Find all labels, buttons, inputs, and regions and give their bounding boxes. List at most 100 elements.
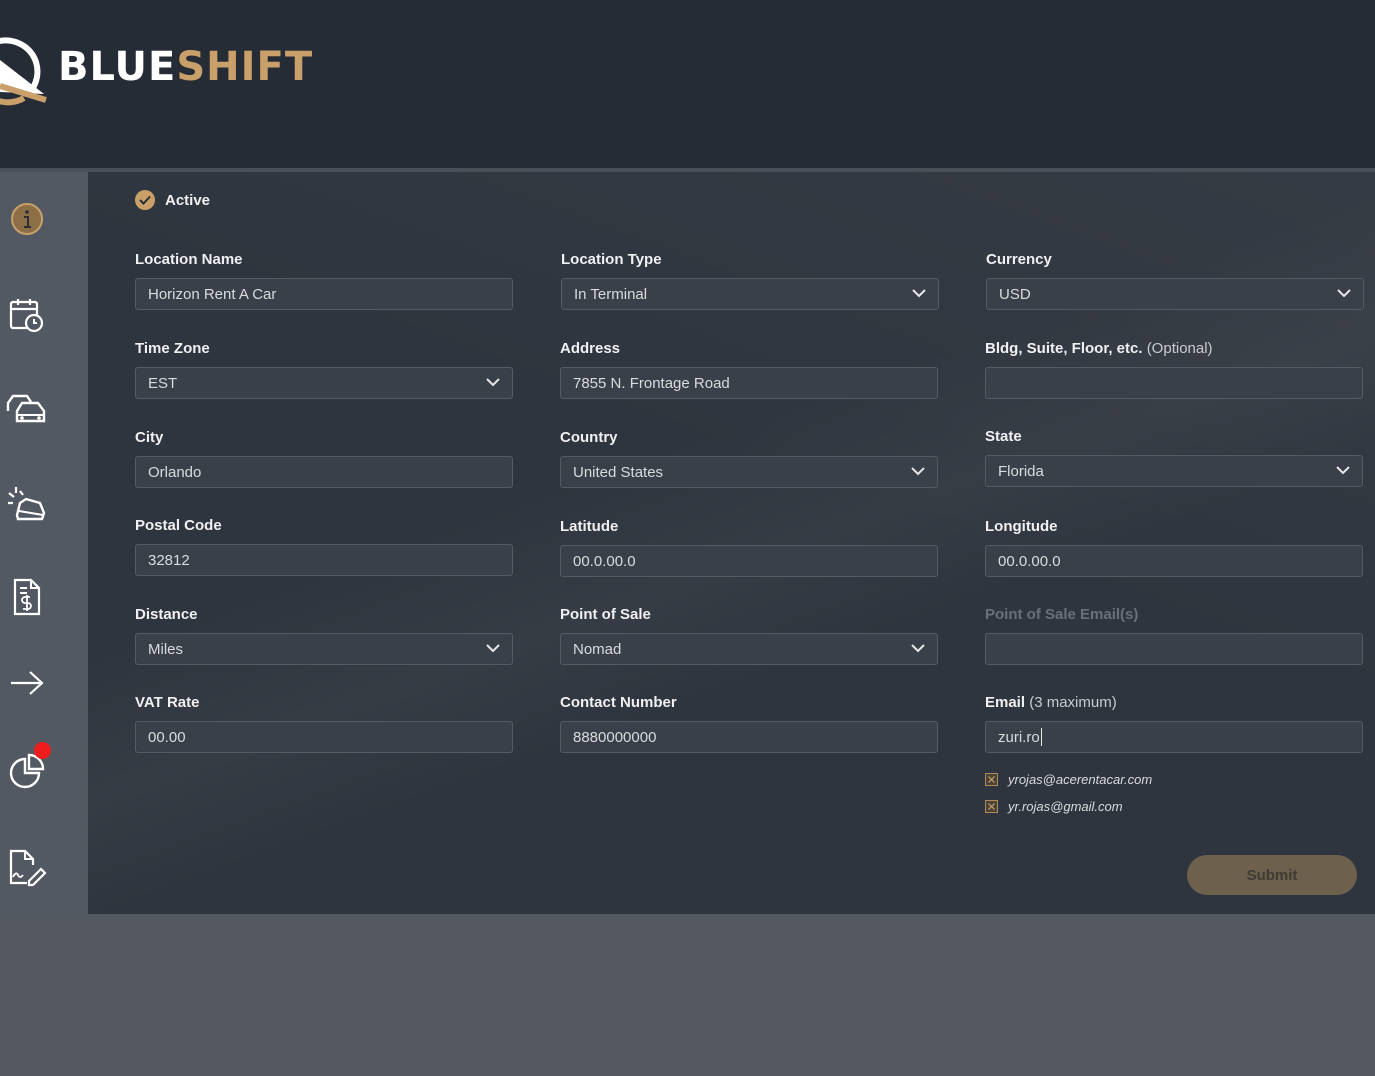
sidebar-item-contracts[interactable] — [4, 844, 50, 890]
distance-label: Distance — [135, 606, 198, 623]
location-name-field: Location Name Horizon Rent A Car — [135, 250, 513, 310]
currency-select[interactable]: USD — [986, 278, 1364, 310]
calendar-clock-icon — [9, 299, 44, 333]
state-label: State — [985, 428, 1022, 445]
chevron-down-icon — [911, 467, 925, 476]
country-label: Country — [560, 429, 618, 446]
point-of-sale-field: Point of Sale Nomad — [560, 605, 938, 665]
sidebar-item-billing[interactable] — [4, 574, 50, 620]
chevron-down-icon — [1337, 289, 1351, 298]
latitude-label: Latitude — [560, 518, 619, 535]
point-of-sale-value: Nomad — [573, 640, 622, 658]
location-form-panel: Active Location Name Horizon Rent A Car … — [88, 172, 1375, 914]
sidebar-item-fleet[interactable] — [4, 386, 50, 432]
sidebar-item-reports[interactable] — [4, 742, 51, 794]
location-name-value: Horizon Rent A Car — [148, 285, 277, 303]
location-name-label: Location Name — [135, 251, 243, 268]
document-signature-icon — [9, 849, 47, 887]
bldg-label: Bldg, Suite, Floor, etc. (Optional) — [985, 339, 1363, 359]
latitude-input[interactable]: 00.0.00.0 — [560, 545, 938, 577]
cars-icon — [6, 394, 46, 423]
active-label: Active — [165, 191, 211, 209]
postal-code-field: Postal Code 32812 — [135, 516, 513, 576]
sidebar-item-transfer[interactable] — [4, 660, 50, 706]
address-field: Address 7855 N. Frontage Road — [560, 339, 938, 399]
chevron-down-icon — [911, 644, 925, 653]
postal-code-input[interactable]: 32812 — [135, 544, 513, 576]
country-value: United States — [573, 463, 664, 481]
vat-rate-input[interactable]: 00.00 — [135, 721, 513, 753]
location-type-value: In Terminal — [574, 285, 648, 303]
point-of-sale-select[interactable]: Nomad — [560, 633, 938, 665]
bldg-label-optional: (Optional) — [1146, 340, 1213, 357]
bldg-input[interactable] — [985, 367, 1363, 399]
text-caret — [1040, 728, 1042, 746]
remove-email-button[interactable] — [985, 773, 998, 786]
email-address: yrojas@acerentacar.com — [1008, 772, 1153, 787]
pos-emails-input[interactable] — [985, 633, 1363, 665]
latitude-field: Latitude 00.0.00.0 — [560, 517, 938, 577]
email-field: Email (3 maximum) zuri.ro — [985, 693, 1363, 753]
email-label-text: Email — [985, 694, 1026, 711]
bldg-field: Bldg, Suite, Floor, etc. (Optional) — [985, 339, 1363, 399]
currency-field: Currency USD — [986, 250, 1364, 310]
sidebar-item-reservations[interactable] — [4, 292, 50, 338]
sidebar-item-cleaning[interactable] — [4, 482, 50, 528]
close-icon — [988, 776, 995, 783]
address-label: Address — [560, 340, 621, 357]
distance-select[interactable]: Miles — [135, 633, 513, 665]
app-header: BLUESHIFT — [0, 0, 1375, 168]
state-select[interactable]: Florida — [985, 455, 1363, 487]
longitude-field: Longitude 00.0.00.0 — [985, 517, 1363, 577]
sidebar-item-info[interactable] — [4, 196, 50, 242]
postal-code-value: 32812 — [148, 551, 190, 569]
city-value: Orlando — [148, 463, 202, 481]
location-type-label: Location Type — [561, 251, 662, 268]
list-item: yrojas@acerentacar.com — [985, 766, 1152, 793]
time-zone-label: Time Zone — [135, 340, 210, 357]
chevron-down-icon — [486, 644, 500, 653]
location-name-input[interactable]: Horizon Rent A Car — [135, 278, 513, 310]
list-item: yr.rojas@gmail.com — [985, 793, 1152, 820]
email-value: zuri.ro — [998, 728, 1040, 746]
longitude-input[interactable]: 00.0.00.0 — [985, 545, 1363, 577]
address-input[interactable]: 7855 N. Frontage Road — [560, 367, 938, 399]
active-toggle[interactable]: Active — [135, 190, 210, 210]
latitude-value: 00.0.00.0 — [573, 552, 636, 570]
longitude-label: Longitude — [985, 518, 1058, 535]
city-input[interactable]: Orlando — [135, 456, 513, 488]
email-label-max: (3 maximum) — [1029, 694, 1117, 711]
email-address: yr.rojas@gmail.com — [1008, 799, 1123, 814]
brand-name-shift: SHIFT — [176, 44, 314, 90]
email-input[interactable]: zuri.ro — [985, 721, 1363, 753]
brand-name-blue: BLUE — [58, 44, 177, 90]
vat-rate-value: 00.00 — [148, 728, 186, 746]
country-select[interactable]: United States — [560, 456, 938, 488]
currency-value: USD — [999, 285, 1031, 303]
time-zone-value: EST — [148, 374, 178, 392]
close-icon — [988, 803, 995, 810]
email-label: Email (3 maximum) — [985, 693, 1363, 713]
vat-rate-label: VAT Rate — [135, 694, 200, 711]
address-value: 7855 N. Frontage Road — [573, 374, 730, 392]
sidebar-nav — [0, 172, 88, 914]
contact-number-label: Contact Number — [560, 694, 677, 711]
car-cleaning-icon — [8, 487, 46, 521]
location-type-select[interactable]: In Terminal — [561, 278, 939, 310]
city-field: City Orlando — [135, 428, 513, 488]
submit-button[interactable]: Submit — [1187, 855, 1357, 895]
invoice-dollar-icon — [13, 578, 41, 616]
state-value: Florida — [998, 462, 1044, 480]
time-zone-select[interactable]: EST — [135, 367, 513, 399]
contact-number-value: 8880000000 — [573, 728, 657, 746]
info-icon — [11, 203, 43, 235]
email-list: yrojas@acerentacar.com yr.rojas@gmail.co… — [985, 766, 1152, 820]
brand-name: BLUESHIFT — [58, 44, 313, 90]
remove-email-button[interactable] — [985, 800, 998, 813]
longitude-value: 00.0.00.0 — [998, 552, 1061, 570]
chevron-down-icon — [1336, 466, 1350, 475]
checkmark-icon — [135, 190, 155, 210]
time-zone-field: Time Zone EST — [135, 339, 513, 399]
state-field: State Florida — [985, 427, 1363, 487]
contact-number-input[interactable]: 8880000000 — [560, 721, 938, 753]
